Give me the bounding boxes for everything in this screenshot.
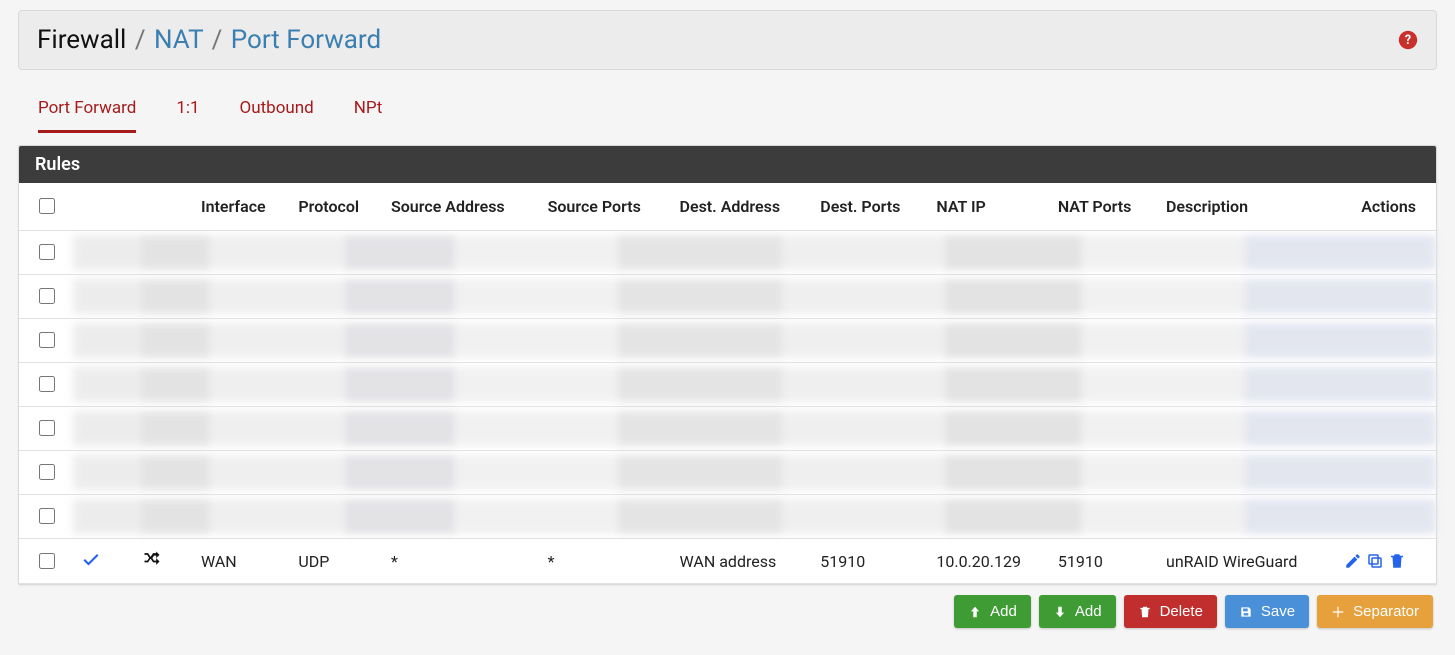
row-select-checkbox[interactable] [39, 508, 55, 524]
redacted-content [73, 407, 1436, 451]
redacted-content [73, 275, 1436, 319]
breadcrumb-sep: / [133, 25, 148, 55]
row-select-checkbox[interactable] [39, 288, 55, 304]
row-select-checkbox[interactable] [39, 244, 55, 260]
redacted-content [73, 495, 1436, 539]
plus-icon [1331, 605, 1345, 619]
svg-text:?: ? [1405, 33, 1411, 48]
redacted-content [73, 231, 1436, 275]
col-dest-ports: Dest. Ports [812, 183, 928, 231]
separator-label: Separator [1353, 603, 1419, 620]
cell-dest-addr: WAN address [672, 539, 813, 584]
add-bottom-label: Add [1075, 603, 1102, 620]
row-select-checkbox[interactable] [39, 376, 55, 392]
redacted-content [73, 451, 1436, 495]
table-row-redacted [19, 495, 1436, 539]
add-top-label: Add [990, 603, 1017, 620]
linked-rule-icon [141, 549, 163, 569]
col-interface: Interface [193, 183, 290, 231]
button-bar: Add Add Delete Save Separator [18, 585, 1437, 632]
redacted-content [73, 319, 1436, 363]
col-nat-ip: NAT IP [928, 183, 1049, 231]
check-icon [81, 549, 101, 569]
separator-button[interactable]: Separator [1317, 595, 1433, 628]
tab-1to1[interactable]: 1:1 [176, 98, 199, 133]
redacted-content [73, 363, 1436, 407]
col-source-addr: Source Address [383, 183, 540, 231]
tab-outbound[interactable]: Outbound [240, 98, 314, 133]
cell-description: unRAID WireGuard [1158, 539, 1336, 584]
rules-table: Interface Protocol Source Address Source… [19, 183, 1436, 584]
table-row-redacted [19, 319, 1436, 363]
row-select-checkbox[interactable] [39, 553, 55, 569]
col-source-ports: Source Ports [540, 183, 672, 231]
breadcrumb-leaf[interactable]: Port Forward [231, 25, 381, 55]
table-row-redacted [19, 363, 1436, 407]
delete-label: Delete [1160, 603, 1203, 620]
help-icon[interactable]: ? [1398, 30, 1418, 50]
table-row[interactable]: WANUDP**WAN address5191010.0.20.12951910… [19, 539, 1436, 584]
row-select-checkbox[interactable] [39, 464, 55, 480]
trash-icon[interactable] [1388, 552, 1406, 570]
cell-source-addr: * [383, 539, 540, 584]
rules-panel: Rules Interface Protocol Source Address … [18, 145, 1437, 585]
copy-icon[interactable] [1366, 552, 1384, 570]
col-description: Description [1158, 183, 1336, 231]
table-row-redacted [19, 407, 1436, 451]
add-rule-bottom-button[interactable]: Add [1039, 595, 1116, 628]
trash-icon [1138, 605, 1152, 619]
breadcrumb: Firewall / NAT / Port Forward ? [18, 10, 1437, 70]
panel-title: Rules [19, 146, 1436, 183]
cell-nat-ip: 10.0.20.129 [928, 539, 1049, 584]
cell-nat-ports: 51910 [1050, 539, 1158, 584]
tab-bar: Port Forward 1:1 Outbound NPt [18, 70, 1437, 133]
col-nat-ports: NAT Ports [1050, 183, 1158, 231]
table-row-redacted [19, 451, 1436, 495]
row-select-checkbox[interactable] [39, 332, 55, 348]
arrow-up-icon [968, 605, 982, 619]
cell-source-ports: * [540, 539, 672, 584]
save-button[interactable]: Save [1225, 595, 1309, 628]
tab-npt[interactable]: NPt [354, 98, 383, 133]
cell-protocol: UDP [290, 539, 383, 584]
save-label: Save [1261, 603, 1295, 620]
breadcrumb-nat[interactable]: NAT [154, 25, 203, 55]
col-actions: Actions [1336, 183, 1436, 231]
tab-port-forward[interactable]: Port Forward [38, 98, 136, 133]
col-dest-addr: Dest. Address [672, 183, 813, 231]
cell-interface: WAN [193, 539, 290, 584]
row-select-checkbox[interactable] [39, 420, 55, 436]
col-protocol: Protocol [290, 183, 383, 231]
table-row-redacted [19, 275, 1436, 319]
save-icon [1239, 605, 1253, 619]
cell-dest-ports: 51910 [812, 539, 928, 584]
breadcrumb-root: Firewall [37, 25, 126, 55]
breadcrumb-sep: / [210, 25, 225, 55]
table-row-redacted [19, 231, 1436, 275]
add-rule-top-button[interactable]: Add [954, 595, 1031, 628]
delete-button[interactable]: Delete [1124, 595, 1217, 628]
select-all-checkbox[interactable] [39, 198, 55, 214]
edit-icon[interactable] [1344, 552, 1362, 570]
arrow-down-icon [1053, 605, 1067, 619]
